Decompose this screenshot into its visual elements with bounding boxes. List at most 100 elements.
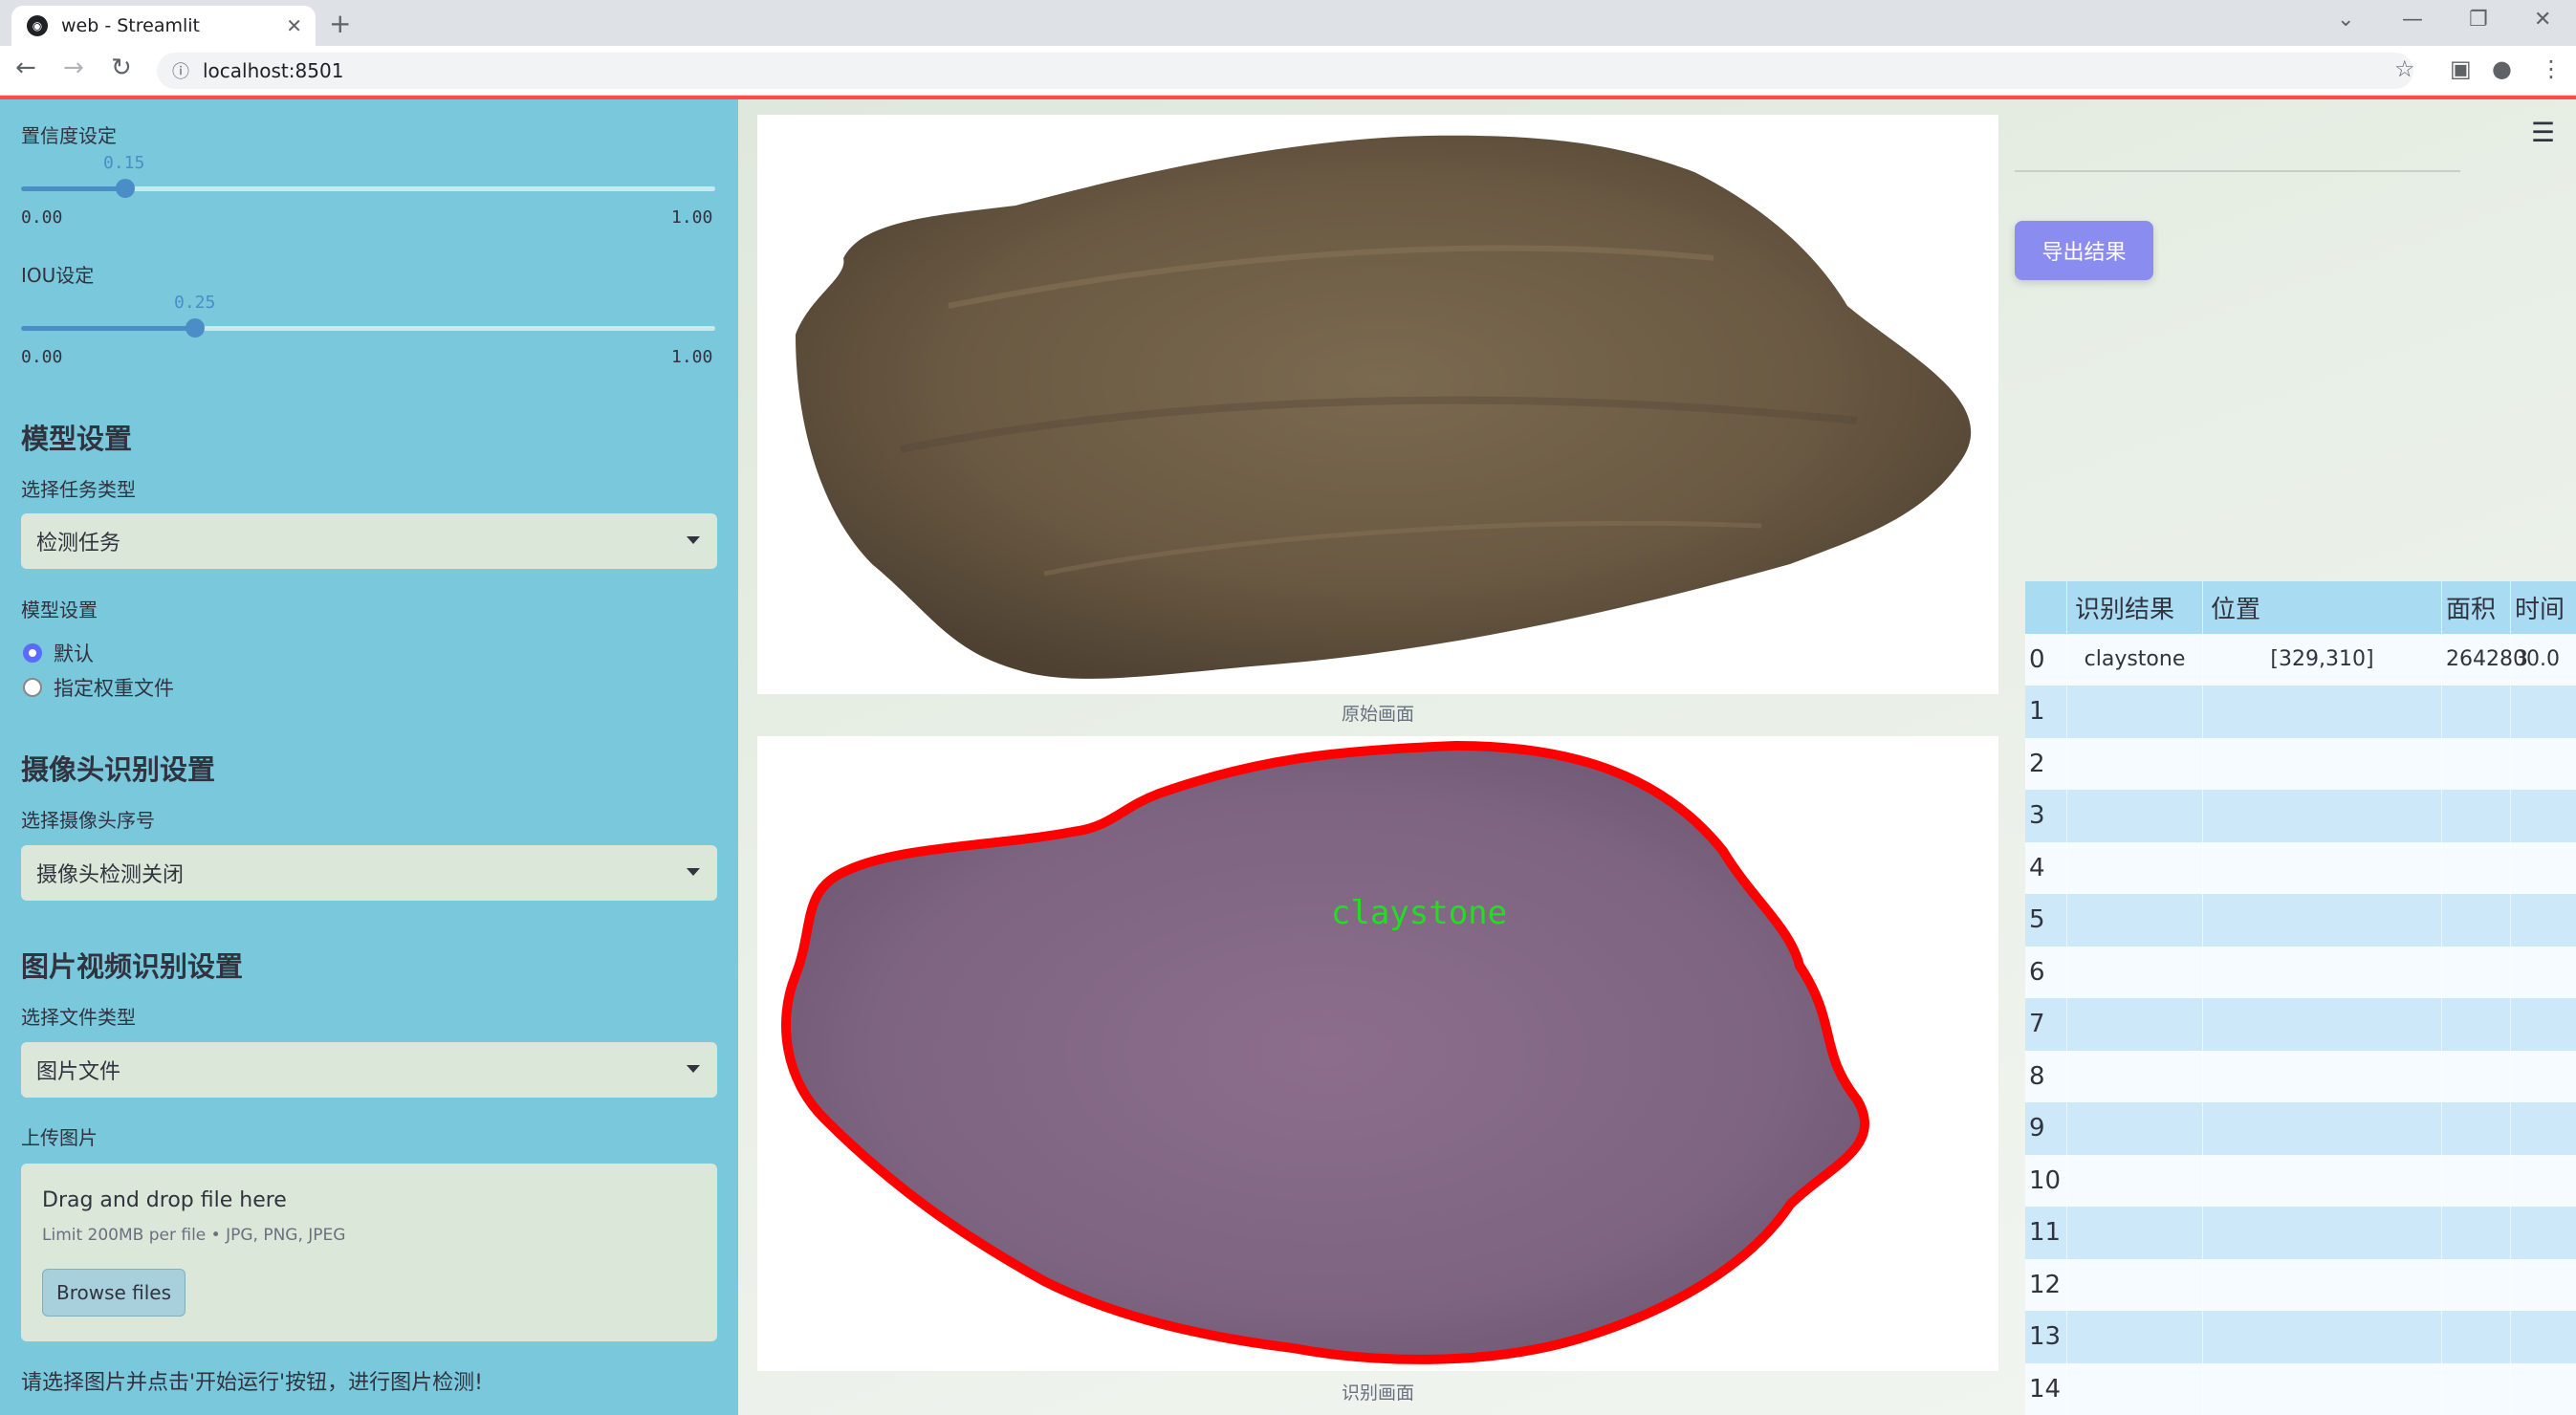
row-area bbox=[2442, 1050, 2511, 1102]
hamburger-menu-icon[interactable]: ☰ bbox=[2531, 117, 2555, 148]
side-panel-icon[interactable]: ▣ bbox=[2450, 55, 2472, 82]
table-row[interactable]: 7 bbox=[2025, 998, 2576, 1051]
tab-search-chevron-icon[interactable]: ⌄ bbox=[2337, 8, 2354, 32]
row-area bbox=[2442, 1362, 2511, 1415]
file-type-value: 图片文件 bbox=[36, 1060, 121, 1084]
row-time bbox=[2511, 1363, 2576, 1415]
row-area: 2642800.0 bbox=[2442, 633, 2560, 686]
row-index: 13 bbox=[2025, 1311, 2067, 1363]
row-time bbox=[2511, 790, 2576, 842]
row-index: 8 bbox=[2025, 1050, 2067, 1102]
tab-title: web - Streamlit bbox=[61, 15, 200, 36]
chevron-down-icon bbox=[687, 1065, 700, 1073]
table-row[interactable]: 2 bbox=[2025, 737, 2576, 790]
header-time[interactable]: 时间 bbox=[2511, 581, 2576, 634]
task-type-select[interactable]: 检测任务 bbox=[21, 513, 717, 569]
profile-avatar-icon[interactable]: ● bbox=[2492, 55, 2512, 82]
table-row[interactable]: 10 bbox=[2025, 1154, 2576, 1207]
bookmark-star-icon[interactable]: ☆ bbox=[2394, 55, 2415, 82]
row-index: 14 bbox=[2025, 1362, 2067, 1415]
table-row[interactable]: 1 bbox=[2025, 686, 2576, 738]
main-content: 原始画面 claystone 识别画面 ☰ 导出结果 识别结果 位置 面积 时间… bbox=[738, 99, 2576, 1415]
file-type-select[interactable]: 图片文件 bbox=[21, 1042, 717, 1098]
row-result bbox=[2067, 1311, 2203, 1363]
url-text: localhost:8501 bbox=[203, 59, 344, 82]
export-results-button[interactable]: 导出结果 bbox=[2015, 221, 2153, 280]
row-index: 3 bbox=[2025, 790, 2067, 842]
confidence-slider-fill bbox=[21, 186, 125, 191]
row-index: 4 bbox=[2025, 841, 2067, 894]
table-row[interactable]: 12 bbox=[2025, 1258, 2576, 1311]
site-info-icon[interactable]: ⓘ bbox=[172, 58, 189, 83]
file-uploader-dropzone[interactable]: Drag and drop file here Limit 200MB per … bbox=[21, 1164, 717, 1341]
table-row[interactable]: 13 bbox=[2025, 1311, 2576, 1363]
radio-default[interactable]: 默认 bbox=[23, 639, 94, 667]
row-area bbox=[2442, 686, 2511, 738]
row-position bbox=[2203, 1258, 2442, 1311]
table-row[interactable]: 5 bbox=[2025, 894, 2576, 947]
tab-bar: ◉ web - Streamlit ✕ + ⌄ — ❐ ✕ bbox=[0, 0, 2576, 46]
iou-label: IOU设定 bbox=[21, 264, 95, 287]
back-icon[interactable]: ← bbox=[15, 54, 36, 82]
table-row[interactable]: 8 bbox=[2025, 1050, 2576, 1103]
row-position bbox=[2203, 1311, 2442, 1363]
row-time bbox=[2511, 1207, 2576, 1259]
row-position bbox=[2203, 1154, 2442, 1207]
divider bbox=[2015, 170, 2460, 172]
row-area bbox=[2442, 946, 2511, 998]
table-row[interactable]: 11 bbox=[2025, 1207, 2576, 1259]
url-field[interactable]: ⓘ localhost:8501 bbox=[157, 53, 2413, 89]
row-result bbox=[2067, 1154, 2203, 1207]
browser-tab[interactable]: ◉ web - Streamlit ✕ bbox=[11, 6, 316, 46]
browse-files-button[interactable]: Browse files bbox=[42, 1269, 186, 1317]
task-type-label: 选择任务类型 bbox=[21, 478, 136, 501]
row-time bbox=[2511, 998, 2576, 1051]
row-position bbox=[2203, 1050, 2442, 1102]
uploader-limit: Limit 200MB per file • JPG, PNG, JPEG bbox=[42, 1226, 346, 1245]
close-tab-icon[interactable]: ✕ bbox=[286, 14, 302, 37]
row-index: 2 bbox=[2025, 737, 2067, 790]
row-result bbox=[2067, 1362, 2203, 1415]
iou-min: 0.00 bbox=[21, 347, 63, 367]
confidence-value: 0.15 bbox=[103, 153, 145, 173]
camera-settings-heading: 摄像头识别设置 bbox=[21, 753, 216, 786]
confidence-slider[interactable] bbox=[21, 179, 715, 198]
media-settings-heading: 图片视频识别设置 bbox=[21, 950, 244, 983]
close-window-icon[interactable]: ✕ bbox=[2534, 8, 2551, 32]
iou-slider-handle[interactable] bbox=[186, 318, 205, 337]
table-row[interactable]: 9 bbox=[2025, 1102, 2576, 1155]
forward-icon[interactable]: → bbox=[63, 54, 84, 82]
new-tab-icon[interactable]: + bbox=[329, 8, 351, 39]
header-position[interactable]: 位置 bbox=[2203, 581, 2442, 634]
row-position: [329,310] bbox=[2203, 633, 2442, 686]
iou-slider[interactable] bbox=[21, 318, 715, 337]
results-table: 识别结果 位置 面积 时间 0 claystone [329,310] 2642800… bbox=[2025, 581, 2576, 1415]
camera-select[interactable]: 摄像头检测关闭 bbox=[21, 845, 717, 901]
browser-menu-icon[interactable]: ⋮ bbox=[2540, 55, 2563, 82]
row-index: 6 bbox=[2025, 946, 2067, 998]
reload-icon[interactable]: ↻ bbox=[111, 54, 132, 82]
row-position bbox=[2203, 790, 2442, 842]
row-position bbox=[2203, 686, 2442, 738]
table-row[interactable]: 3 bbox=[2025, 790, 2576, 842]
row-position bbox=[2203, 1102, 2442, 1155]
table-header: 识别结果 位置 面积 时间 bbox=[2025, 581, 2576, 634]
table-row[interactable]: 14 bbox=[2025, 1362, 2576, 1415]
header-result[interactable]: 识别结果 bbox=[2067, 581, 2203, 634]
confidence-slider-handle[interactable] bbox=[116, 179, 135, 198]
table-row[interactable]: 6 bbox=[2025, 946, 2576, 998]
row-time bbox=[2511, 1102, 2576, 1155]
row-index: 12 bbox=[2025, 1258, 2067, 1311]
radio-custom-weights[interactable]: 指定权重文件 bbox=[23, 673, 174, 702]
header-area[interactable]: 面积 bbox=[2442, 581, 2511, 634]
row-result bbox=[2067, 841, 2203, 894]
browser-chrome: ◉ web - Streamlit ✕ + ⌄ — ❐ ✕ ← → ↻ ⓘ lo… bbox=[0, 0, 2576, 96]
restore-icon[interactable]: ❐ bbox=[2469, 8, 2488, 32]
minimize-icon[interactable]: — bbox=[2402, 8, 2423, 32]
row-area bbox=[2442, 1102, 2511, 1155]
row-area bbox=[2442, 1258, 2511, 1311]
table-row[interactable]: 4 bbox=[2025, 841, 2576, 894]
row-time bbox=[2511, 1051, 2576, 1103]
row-index: 1 bbox=[2025, 686, 2067, 738]
table-row[interactable]: 0 claystone [329,310] 2642800.0 3 bbox=[2025, 633, 2576, 686]
